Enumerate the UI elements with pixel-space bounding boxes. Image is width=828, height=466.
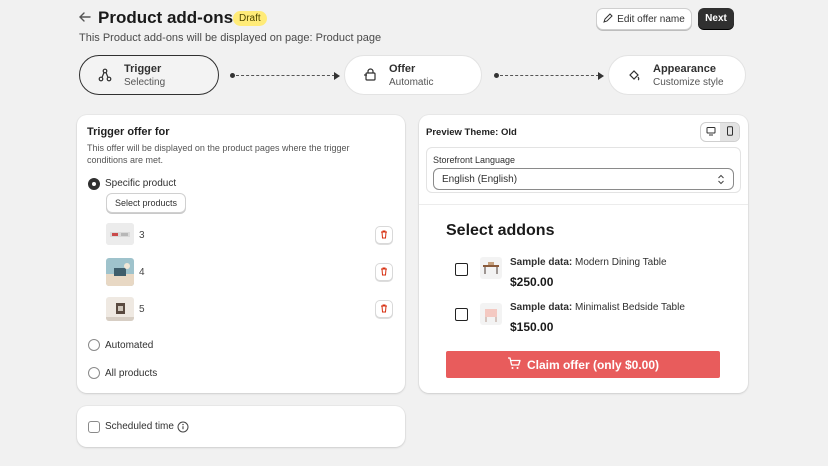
product-thumbnail	[106, 258, 134, 286]
product-thumbnail	[106, 223, 134, 245]
page-title: Product add-ons 1	[98, 8, 248, 27]
trigger-title: Trigger offer for	[87, 126, 170, 138]
storefront-language-label: Storefront Language	[433, 155, 516, 165]
radio-automated[interactable]	[88, 339, 100, 351]
product-label: 5	[139, 304, 145, 315]
addon-product-image	[480, 257, 502, 279]
trigger-icon	[96, 66, 114, 84]
pencil-icon	[603, 12, 613, 26]
product-label: 3	[139, 230, 145, 241]
status-badge: Draft	[233, 11, 267, 26]
product-label: 4	[139, 267, 145, 278]
back-arrow-icon[interactable]	[78, 10, 94, 26]
device-toggle	[700, 122, 740, 142]
preview-theme-label: Preview Theme: Old	[426, 127, 517, 138]
preview-card: Preview Theme: Old Storefront Language E…	[419, 115, 748, 393]
addon-checkbox[interactable]	[455, 308, 468, 321]
connector-line	[236, 75, 335, 76]
step-name: Offer	[389, 62, 416, 75]
radio-automated-label[interactable]: Automated	[105, 340, 153, 351]
info-icon[interactable]	[177, 420, 189, 438]
edit-offer-name-button[interactable]: Edit offer name	[596, 8, 692, 30]
connector-line	[500, 75, 599, 76]
radio-specific-product[interactable]	[88, 178, 100, 190]
desktop-view-button[interactable]	[701, 123, 720, 141]
trash-icon	[379, 226, 389, 244]
step-state: Customize style	[653, 76, 724, 88]
connector-dot	[494, 73, 499, 78]
addon-product-price: $250.00	[510, 275, 554, 289]
radio-all-products[interactable]	[88, 367, 100, 379]
trash-icon	[379, 300, 389, 318]
page-subtitle: This Product add-ons will be displayed o…	[79, 32, 382, 44]
divider	[419, 204, 748, 205]
claim-offer-label: Claim offer (only $0.00)	[526, 357, 660, 372]
delete-product-button[interactable]	[375, 300, 393, 318]
storefront-language-box: Storefront Language English (English)	[426, 147, 741, 193]
step-name: Trigger	[124, 62, 162, 75]
chevron-updown-icon	[717, 174, 725, 188]
connector-arrow-icon	[598, 72, 604, 80]
connector-arrow-icon	[334, 72, 340, 80]
step-appearance[interactable]: Appearance Customize style	[608, 55, 746, 95]
addon-checkbox[interactable]	[455, 263, 468, 276]
edit-offer-name-label: Edit offer name	[617, 13, 685, 25]
paint-icon	[625, 66, 643, 84]
step-name: Appearance	[653, 62, 716, 75]
radio-all-products-label[interactable]: All products	[105, 368, 157, 379]
schedule-card: Scheduled time	[77, 406, 405, 447]
storefront-language-select[interactable]: English (English)	[433, 168, 734, 190]
step-state: Automatic	[389, 76, 434, 88]
addon-product-name: Sample data: Minimalist Bedside Table	[510, 302, 685, 313]
scheduled-time-checkbox[interactable]	[88, 421, 100, 433]
addon-product-image	[480, 303, 502, 325]
product-thumbnail	[106, 297, 134, 321]
delete-product-button[interactable]	[375, 263, 393, 281]
addons-title: Select addons	[446, 222, 555, 239]
select-products-button[interactable]: Select products	[106, 193, 186, 213]
connector-dot	[230, 73, 235, 78]
delete-product-button[interactable]	[375, 226, 393, 244]
trigger-card: Trigger offer for This offer will be dis…	[77, 115, 405, 393]
radio-specific-product-label[interactable]: Specific product	[105, 178, 176, 189]
addon-product-name: Sample data: Modern Dining Table	[510, 257, 667, 268]
cart-icon	[507, 356, 521, 373]
offer-icon	[361, 66, 379, 84]
step-trigger[interactable]: Trigger Selecting	[79, 55, 219, 95]
step-offer[interactable]: Offer Automatic	[344, 55, 482, 95]
addon-product-price: $150.00	[510, 320, 554, 334]
storefront-language-value: English (English)	[442, 173, 518, 185]
next-button[interactable]: Next	[698, 8, 734, 29]
mobile-view-button[interactable]	[720, 123, 739, 141]
step-state: Selecting	[124, 76, 166, 88]
claim-offer-button[interactable]: Claim offer (only $0.00)	[446, 351, 720, 378]
mobile-icon	[725, 123, 735, 141]
trigger-description: This offer will be displayed on the prod…	[87, 143, 350, 165]
scheduled-time-label[interactable]: Scheduled time	[105, 421, 174, 432]
trash-icon	[379, 263, 389, 281]
desktop-icon	[706, 123, 716, 141]
